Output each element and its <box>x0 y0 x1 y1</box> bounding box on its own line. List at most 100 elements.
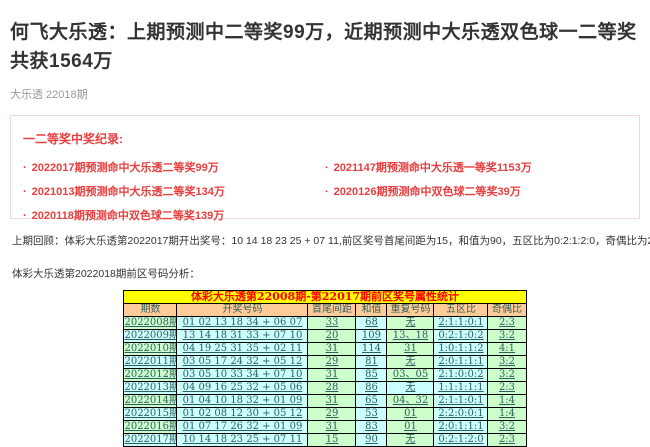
sum-cell: 85 <box>356 369 387 382</box>
record-item: 2021147期预测命中大乐透一等奖1153万 <box>325 156 627 180</box>
span-cell: 28 <box>308 382 356 395</box>
period-cell: 2022012期 <box>124 369 177 382</box>
table-row: 2022016期01 07 17 26 32 + 01 093183012:0:… <box>124 421 526 434</box>
record-item: 2020118期预测命中双色球二等奖139万 <box>23 204 325 228</box>
zone-ratio-cell: 2:0:1:1:1 <box>434 421 488 434</box>
sum-cell: 86 <box>356 382 387 395</box>
period-cell: 2022011期 <box>124 356 177 369</box>
table-row: 2022010期04 19 25 31 35 + 02 1131114311:0… <box>124 343 526 356</box>
article-page: 何飞大乐透：上期预测中二等奖99万，近期预测中大乐透双色球一二等奖共获1564万… <box>0 0 650 447</box>
numbers-cell: 01 07 17 26 32 + 01 09 <box>177 421 308 434</box>
table-row: 2022015期01 02 08 12 30 + 05 122953012:2:… <box>124 408 526 421</box>
period-cell: 2022010期 <box>124 343 177 356</box>
span-cell: 31 <box>308 343 356 356</box>
record-list-right: 2021147期预测命中大乐透一等奖1153万2020126期预测命中双色球二等… <box>325 156 627 228</box>
table-header-row: 期数开奖号码首尾间距和值重复号码五区比奇偶比 <box>124 304 526 317</box>
period-cell: 2022008期 <box>124 317 177 330</box>
table-row: 2022009期13 14 18 31 33 + 07 102010913、18… <box>124 330 526 343</box>
zone-ratio-cell: 1:0:1:1:2 <box>434 343 488 356</box>
period-cell: 2022017期 <box>124 434 177 447</box>
page-title: 何飞大乐透：上期预测中二等奖99万，近期预测中大乐透双色球一二等奖共获1564万 <box>10 18 640 76</box>
record-item: 2020126期预测命中双色球二等奖39万 <box>325 180 627 204</box>
sum-cell: 68 <box>356 317 387 330</box>
sum-cell: 83 <box>356 421 387 434</box>
analysis-intro: 体彩大乐透第2022018期前区号码分析： <box>10 266 640 281</box>
record-list-left: 2022017期预测命中大乐透二等奖99万2021013期预测命中大乐透二等奖1… <box>23 156 325 228</box>
odd-even-cell: 2:3 <box>488 434 526 447</box>
numbers-cell: 01 02 13 18 34 + 06 07 <box>177 317 308 330</box>
span-cell: 29 <box>308 408 356 421</box>
repeat-cell: 无 <box>387 356 434 369</box>
sum-cell: 90 <box>356 434 387 447</box>
numbers-cell: 01 02 08 12 30 + 05 12 <box>177 408 308 421</box>
span-cell: 31 <box>308 369 356 382</box>
period-cell: 2022013期 <box>124 382 177 395</box>
column-header: 五区比 <box>434 304 488 317</box>
span-cell: 33 <box>308 317 356 330</box>
period-cell: 2022015期 <box>124 408 177 421</box>
last-draw-review: 上期回顾：体彩大乐透第2022017期开出奖号：10 14 18 23 25 +… <box>10 233 640 248</box>
numbers-cell: 13 14 18 31 33 + 07 10 <box>177 330 308 343</box>
repeat-cell: 01 <box>387 408 434 421</box>
repeat-cell: 31 <box>387 343 434 356</box>
odd-even-cell: 2:3 <box>488 382 526 395</box>
zone-ratio-cell: 2:1:1:0:1 <box>434 317 488 330</box>
column-header: 期数 <box>124 304 177 317</box>
column-header: 重复号码 <box>387 304 434 317</box>
table-row: 2022013期04 09 16 25 32 + 05 062886无1:1:1… <box>124 382 526 395</box>
sum-cell: 114 <box>356 343 387 356</box>
span-cell: 29 <box>308 356 356 369</box>
zone-ratio-cell: 2:2:0:0:1 <box>434 408 488 421</box>
table-row: 2022014期01 04 10 18 32 + 01 09316504、322… <box>124 395 526 408</box>
repeat-cell: 无 <box>387 434 434 447</box>
zone-ratio-cell: 2:1:1:0:1 <box>434 395 488 408</box>
period-cell: 2022009期 <box>124 330 177 343</box>
period-cell: 2022016期 <box>124 421 177 434</box>
odd-even-cell: 4:1 <box>488 343 526 356</box>
sum-cell: 65 <box>356 395 387 408</box>
table-row: 2022011期03 05 17 24 32 + 05 122981无2:0:1… <box>124 356 526 369</box>
repeat-cell: 无 <box>387 382 434 395</box>
numbers-cell: 03 05 17 24 32 + 05 12 <box>177 356 308 369</box>
column-header: 首尾间距 <box>308 304 356 317</box>
zone-ratio-cell: 0:2:1:2:0 <box>434 434 488 447</box>
numbers-cell: 01 04 10 18 32 + 01 09 <box>177 395 308 408</box>
repeat-cell: 04、32 <box>387 395 434 408</box>
span-cell: 31 <box>308 395 356 408</box>
odd-even-cell: 3:2 <box>488 330 526 343</box>
table-row: 2022012期03 05 10 33 34 + 07 10318503、052… <box>124 369 526 382</box>
issue-label: 大乐透 22018期 <box>10 86 640 102</box>
zone-ratio-cell: 2:1:0:0:2 <box>434 369 488 382</box>
odd-even-cell: 3:2 <box>488 369 526 382</box>
zone-ratio-cell: 0:2:1:0:2 <box>434 330 488 343</box>
sum-cell: 109 <box>356 330 387 343</box>
prize-record-box: 一二等奖中奖纪录: 2022017期预测命中大乐透二等奖99万2021013期预… <box>10 115 640 219</box>
numbers-cell: 10 14 18 23 25 + 07 11 <box>177 434 308 447</box>
span-cell: 31 <box>308 421 356 434</box>
column-header: 开奖号码 <box>177 304 308 317</box>
numbers-cell: 04 19 25 31 35 + 02 11 <box>177 343 308 356</box>
record-item: 2021013期预测命中大乐透二等奖134万 <box>23 180 325 204</box>
numbers-cell: 04 09 16 25 32 + 05 06 <box>177 382 308 395</box>
stats-table: 体彩大乐透第22008期-第22017期前区奖号属性统计 期数开奖号码首尾间距和… <box>123 290 526 447</box>
zone-ratio-cell: 1:1:1:1:1 <box>434 382 488 395</box>
odd-even-cell: 1:4 <box>488 395 526 408</box>
period-cell: 2022014期 <box>124 395 177 408</box>
table-body: 2022008期01 02 13 18 34 + 06 073368无2:1:1… <box>124 317 526 447</box>
record-columns: 2022017期预测命中大乐透二等奖99万2021013期预测命中大乐透二等奖1… <box>23 156 627 228</box>
record-heading: 一二等奖中奖纪录: <box>23 130 627 147</box>
repeat-cell: 03、05 <box>387 369 434 382</box>
column-header: 和值 <box>356 304 387 317</box>
numbers-cell: 03 05 10 33 34 + 07 10 <box>177 369 308 382</box>
repeat-cell: 无 <box>387 317 434 330</box>
odd-even-cell: 3:2 <box>488 421 526 434</box>
odd-even-cell: 3:2 <box>488 356 526 369</box>
span-cell: 20 <box>308 330 356 343</box>
table-row: 2022008期01 02 13 18 34 + 06 073368无2:1:1… <box>124 317 526 330</box>
sum-cell: 81 <box>356 356 387 369</box>
column-header: 奇偶比 <box>488 304 526 317</box>
table-title-row: 体彩大乐透第22008期-第22017期前区奖号属性统计 <box>124 291 526 304</box>
table-title: 体彩大乐透第22008期-第22017期前区奖号属性统计 <box>124 291 526 304</box>
repeat-cell: 13、18 <box>387 330 434 343</box>
sum-cell: 53 <box>356 408 387 421</box>
